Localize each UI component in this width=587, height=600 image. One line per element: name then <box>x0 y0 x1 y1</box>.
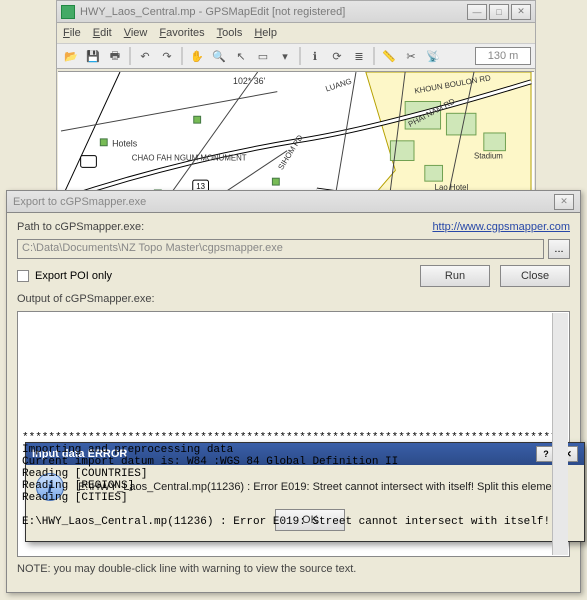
hand-icon[interactable]: ✋ <box>187 46 207 66</box>
rotate-icon[interactable]: ⟳ <box>327 46 347 66</box>
app-icon <box>61 5 75 19</box>
dialog-title: Export to cGPSmapper.exe <box>13 196 552 208</box>
run-button[interactable]: Run <box>420 265 490 287</box>
export-dialog: Export to cGPSmapper.exe ✕ Path to cGPSm… <box>6 190 581 593</box>
save-icon[interactable]: 💾 <box>83 46 103 66</box>
window-title: HWY_Laos_Central.mp - GPSMapEdit [not re… <box>80 6 465 18</box>
scrollbar[interactable] <box>552 313 568 555</box>
layer-icon[interactable]: ≣ <box>349 46 369 66</box>
satellite-icon[interactable]: 📡 <box>423 46 443 66</box>
close-button[interactable]: Close <box>500 265 570 287</box>
minimize-button[interactable]: — <box>467 4 487 20</box>
separator <box>299 47 301 65</box>
menu-view[interactable]: View <box>124 27 148 39</box>
menu-tools[interactable]: Tools <box>217 27 243 39</box>
zoom-icon[interactable]: 🔍 <box>209 46 229 66</box>
path-input[interactable]: C:\Data\Documents\NZ Topo Master\cgpsmap… <box>17 239 544 259</box>
select-icon[interactable]: ↖ <box>231 46 251 66</box>
measure-icon[interactable]: 📏 <box>379 46 399 66</box>
menu-file[interactable]: File <box>63 27 81 39</box>
note-text: NOTE: you may double-click line with war… <box>17 563 570 575</box>
scale-display[interactable]: 130 m <box>475 47 531 65</box>
output-text[interactable]: ****************************************… <box>22 432 565 552</box>
open-icon[interactable]: 📂 <box>61 46 81 66</box>
menu-bar: File Edit View Favorites Tools Help <box>57 23 535 43</box>
menu-edit[interactable]: Edit <box>93 27 112 39</box>
separator <box>181 47 183 65</box>
export-poi-label: Export POI only <box>35 270 112 282</box>
undo-icon[interactable]: ↶ <box>135 46 155 66</box>
toolbar: 📂 💾 🖶 ↶ ↷ ✋ 🔍 ↖ ▭ ▾ ℹ ⟳ ≣ 📏 ✂ 📡 130 m <box>57 43 535 69</box>
output-label: Output of cGPSmapper.exe: <box>17 293 570 305</box>
print-icon[interactable]: 🖶 <box>105 46 125 66</box>
svg-text:CHAO FAH NGUM MONUMENT: CHAO FAH NGUM MONUMENT <box>132 154 247 163</box>
browse-button[interactable]: ... <box>548 239 570 259</box>
export-poi-checkbox[interactable] <box>17 270 29 282</box>
redo-icon[interactable]: ↷ <box>157 46 177 66</box>
svg-text:Stadium: Stadium <box>474 152 503 161</box>
cgpsmapper-link[interactable]: http://www.cgpsmapper.com <box>432 221 570 233</box>
info-icon[interactable]: ℹ <box>305 46 325 66</box>
separator <box>129 47 131 65</box>
maximize-button[interactable]: □ <box>489 4 509 20</box>
dropdown-icon[interactable]: ▾ <box>275 46 295 66</box>
path-label: Path to cGPSmapper.exe: <box>17 221 432 233</box>
dialog-close-button[interactable]: ✕ <box>554 194 574 210</box>
dialog-title-bar: Export to cGPSmapper.exe ✕ <box>7 191 580 213</box>
output-area: Input data ERROR ? ✕ i E:\HWY_Laos_Centr… <box>17 311 570 557</box>
svg-text:102* 36': 102* 36' <box>233 76 265 86</box>
separator <box>373 47 375 65</box>
rect-icon[interactable]: ▭ <box>253 46 273 66</box>
svg-text:Hotels: Hotels <box>112 139 138 149</box>
close-button[interactable]: ✕ <box>511 4 531 20</box>
cut-icon[interactable]: ✂ <box>401 46 421 66</box>
title-bar: HWY_Laos_Central.mp - GPSMapEdit [not re… <box>57 1 535 23</box>
menu-favorites[interactable]: Favorites <box>159 27 204 39</box>
menu-help[interactable]: Help <box>254 27 277 39</box>
